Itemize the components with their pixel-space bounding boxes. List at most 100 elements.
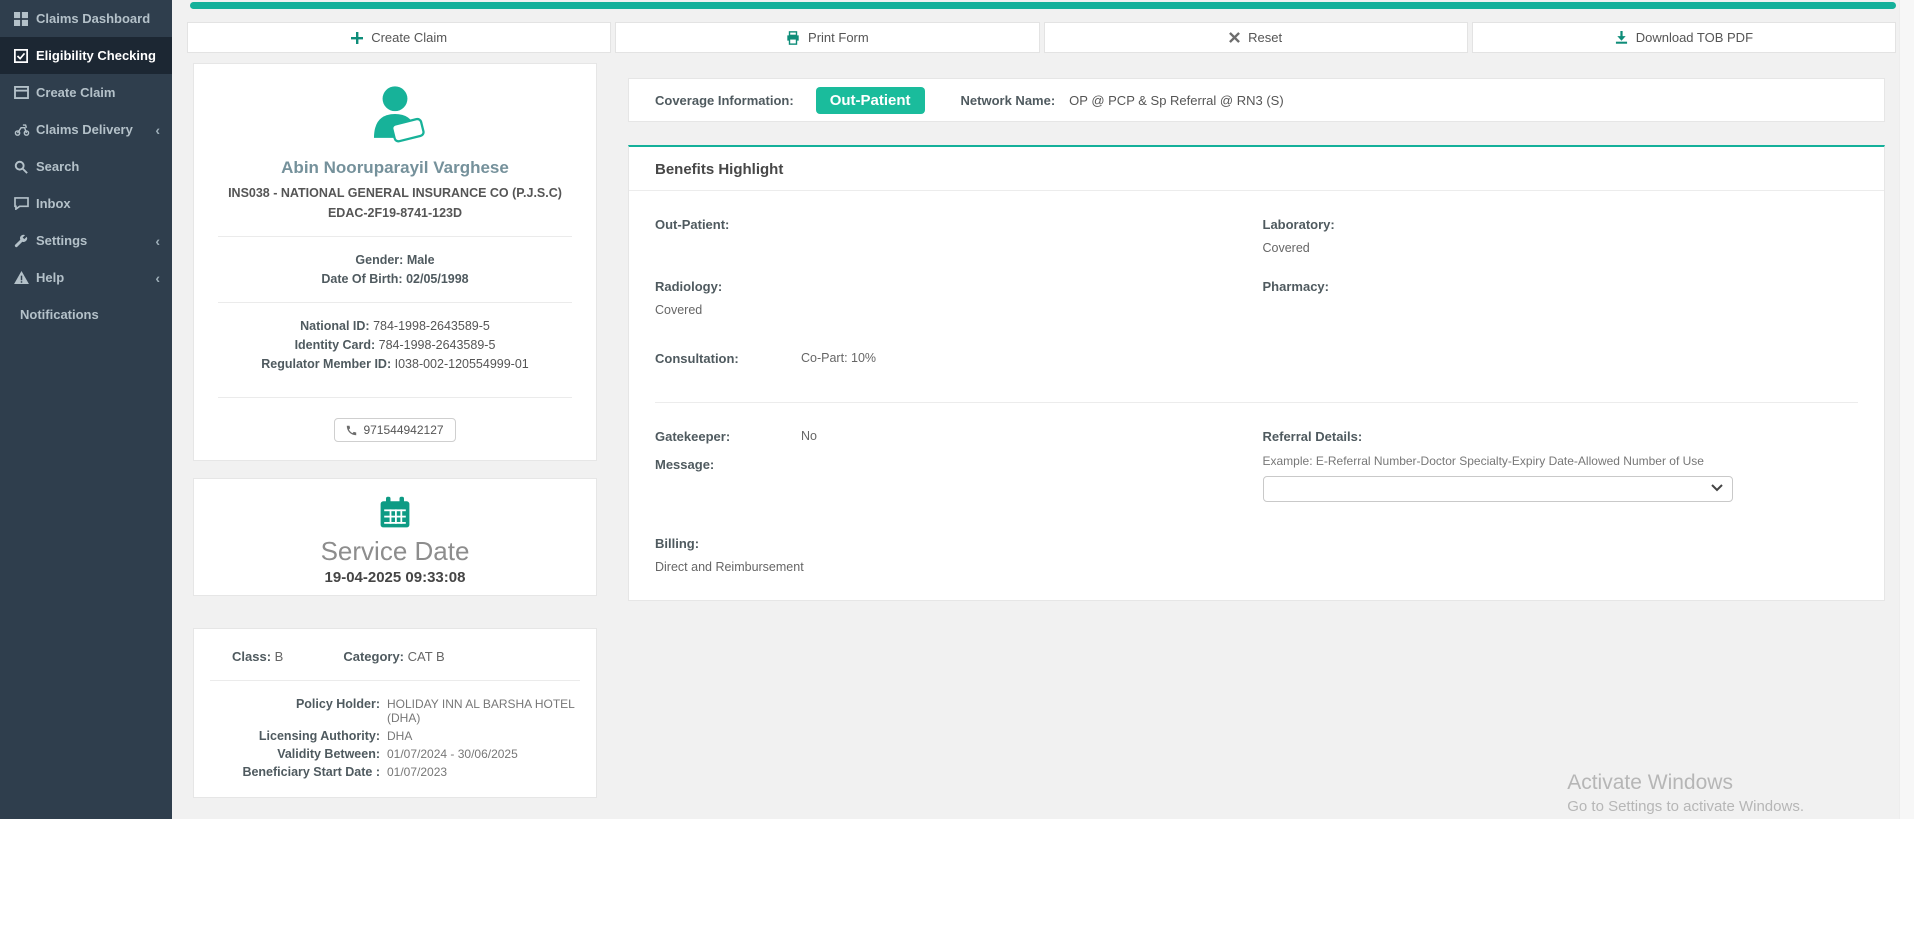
print-form-label: Print Form (808, 30, 869, 45)
phone-number: 971544942127 (363, 423, 444, 437)
search-icon (14, 160, 36, 174)
benefits-card: Benefits Highlight Out-Patient: Laborato… (628, 145, 1885, 601)
laboratory-label: Laboratory: (1262, 217, 1335, 232)
warning-icon (14, 271, 36, 284)
left-column: Abin Nooruparayil Varghese INS038 - NATI… (193, 63, 597, 798)
network-name-label: Network Name: (960, 92, 1056, 108)
watermark-line1: Activate Windows (1567, 771, 1733, 794)
patient-card: Abin Nooruparayil Varghese INS038 - NATI… (193, 63, 597, 461)
sidebar-item-eligibility-checking[interactable]: Eligibility Checking (0, 37, 172, 74)
sidebar-item-label: Search (36, 159, 80, 174)
class-category-row: Class: B Category: CAT B (210, 649, 580, 664)
benefits-row-4: Gatekeeper: No Message: Referral Details… (655, 429, 1858, 502)
divider (218, 236, 572, 237)
regulator-id-label: Regulator Member ID: (261, 357, 392, 371)
gatekeeper-value: No (801, 429, 817, 443)
referral-example-text: Example: E-Referral Number-Doctor Specia… (1262, 454, 1704, 468)
sidebar-item-claims-delivery[interactable]: Claims Delivery ‹ (0, 111, 172, 148)
category-label: Category: (343, 649, 405, 664)
policy-card: Class: B Category: CAT B Policy Holder: … (193, 628, 597, 798)
beneficiary-start-label: Beneficiary Start Date : (242, 765, 380, 779)
download-tob-pdf-button[interactable]: Download TOB PDF (1471, 22, 1896, 53)
sidebar-item-label: Settings (36, 233, 88, 248)
service-date-value: 19-04-2025 09:33:08 (324, 569, 466, 586)
plus-icon (351, 31, 364, 44)
benefits-highlight-title: Benefits Highlight (629, 147, 1884, 191)
policy-details: Policy Holder: HOLIDAY INN AL BARSHA HOT… (210, 697, 580, 779)
chat-icon (14, 197, 36, 210)
radiology-label: Radiology: (655, 279, 723, 294)
dob-value: 02/05/1998 (406, 272, 469, 286)
app-window: Claims Dashboard Eligibility Checking Cr… (0, 0, 1914, 819)
x-icon (1229, 32, 1241, 43)
sidebar-item-label: Claims Delivery (36, 122, 133, 137)
consultation-label: Consultation: (655, 351, 739, 366)
sidebar-item-help[interactable]: Help ‹ (0, 259, 172, 296)
out-patient-label: Out-Patient: (655, 217, 730, 232)
identity-card-label: Identity Card: (294, 338, 376, 352)
referral-select[interactable] (1262, 476, 1733, 502)
patient-dob-row: Date Of Birth: 02/05/1998 (218, 272, 572, 286)
national-id-value: 784-1998-2643589-5 (373, 319, 490, 333)
patient-avatar-icon (218, 84, 572, 146)
billing-value: Direct and Reimbursement (655, 560, 804, 574)
divider (218, 397, 572, 398)
benefits-row-1: Out-Patient: Laboratory: Covered (655, 217, 1858, 255)
consultation-value: Co-Part: 10% (801, 351, 877, 365)
gender-label: Gender: (355, 253, 404, 267)
create-claim-button[interactable]: Create Claim (187, 22, 612, 53)
benefits-row-2: Radiology: Covered Pharmacy: (655, 279, 1858, 317)
billing-label: Billing: (655, 536, 700, 551)
service-date-title: Service Date (320, 536, 470, 566)
sidebar-item-settings[interactable]: Settings ‹ (0, 222, 172, 259)
sidebar-item-create-claim[interactable]: Create Claim (0, 74, 172, 111)
coverage-badge: Out-Patient (815, 86, 925, 114)
wrench-icon (14, 234, 36, 248)
main-area: Create Claim Print Form Reset Download T… (172, 0, 1914, 819)
top-progress-bar (190, 2, 1896, 9)
sidebar-item-label: Inbox (36, 196, 71, 211)
policy-holder-label: Policy Holder: (295, 697, 380, 711)
coverage-card: Coverage Information: Out-Patient Networ… (628, 78, 1885, 122)
scrollbar[interactable] (1899, 0, 1914, 819)
divider (218, 302, 572, 303)
sidebar-item-search[interactable]: Search (0, 148, 172, 185)
divider (655, 402, 1858, 403)
patient-gender-row: Gender: Male (218, 253, 572, 267)
printer-icon (786, 30, 800, 45)
activate-windows-watermark: Activate Windows Go to Settings to activ… (1567, 771, 1804, 815)
policy-holder-value: HOLIDAY INN AL BARSHA HOTEL (DHA) (387, 697, 575, 725)
phone-button[interactable]: 971544942127 (334, 418, 456, 442)
toolbar: Create Claim Print Form Reset Download T… (187, 22, 1896, 53)
benefits-body: Out-Patient: Laboratory: Covered Radiolo… (629, 191, 1884, 574)
sidebar-item-label: Eligibility Checking (36, 48, 156, 63)
sidebar-item-claims-dashboard[interactable]: Claims Dashboard (0, 0, 172, 37)
reset-button[interactable]: Reset (1043, 22, 1468, 53)
right-column: Coverage Information: Out-Patient Networ… (628, 63, 1885, 601)
check-square-icon (14, 48, 36, 63)
grid-icon (14, 11, 36, 26)
download-tob-pdf-label: Download TOB PDF (1635, 30, 1754, 45)
reset-label: Reset (1248, 30, 1283, 45)
identity-card-row: Identity Card: 784-1998-2643589-5 (218, 338, 572, 352)
regulator-id-value: I038-002-120554999-01 (394, 357, 529, 371)
benefits-row-5: Billing: Direct and Reimbursement (655, 536, 1858, 574)
patient-card-number: EDAC-2F19-8741-123D (327, 206, 463, 220)
benefits-row-3: Consultation: Co-Part: 10% (655, 351, 1858, 366)
pharmacy-label: Pharmacy: (1262, 279, 1329, 294)
sidebar-item-inbox[interactable]: Inbox (0, 185, 172, 222)
sidebar-item-label: Claims Dashboard (36, 11, 151, 26)
print-form-button[interactable]: Print Form (615, 22, 1040, 53)
patient-name: Abin Nooruparayil Varghese (281, 158, 509, 177)
calendar-icon (194, 495, 596, 531)
gatekeeper-label: Gatekeeper: (655, 429, 731, 444)
patient-insurer: INS038 - NATIONAL GENERAL INSURANCE CO (… (228, 186, 562, 200)
chevron-down-icon (1710, 484, 1723, 492)
sidebar-item-notifications[interactable]: Notifications (0, 296, 172, 333)
chevron-left-icon: ‹ (155, 121, 160, 138)
chevron-left-icon: ‹ (155, 269, 160, 286)
sidebar: Claims Dashboard Eligibility Checking Cr… (0, 0, 172, 819)
licensing-authority-label: Licensing Authority: (258, 729, 380, 743)
phone-icon (346, 425, 357, 436)
class-value: B (274, 649, 284, 664)
